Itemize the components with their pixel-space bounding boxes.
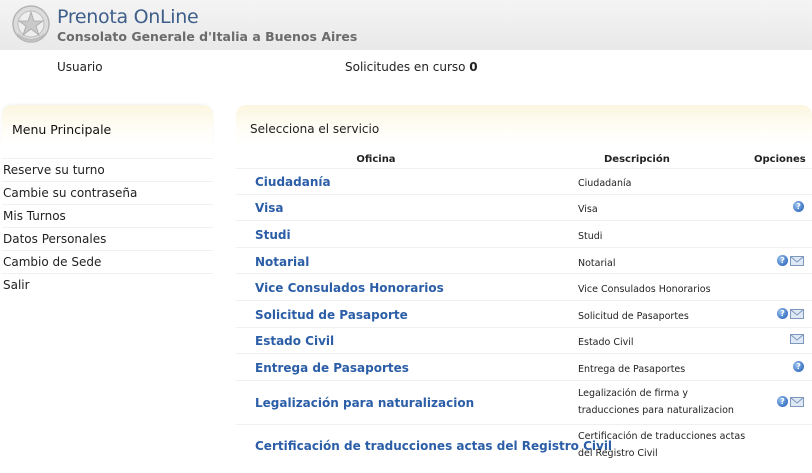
row-options: ? <box>777 308 804 319</box>
office-link[interactable]: Legalización para naturalizacion <box>255 396 474 410</box>
description-cell: Solicitud de Pasaportes <box>578 311 689 322</box>
app-subtitle: Consolato Generale d'Italia a Buenos Air… <box>57 29 358 44</box>
row-options: ? <box>793 201 804 212</box>
row-options: ? <box>777 255 804 266</box>
row-options: ? <box>777 396 804 407</box>
sidebar-header: Menu Principale <box>2 105 213 145</box>
menu-item-reserve[interactable]: Reserve su turno <box>2 158 213 181</box>
description-cell: Legalización de firma y traducciones par… <box>578 388 734 416</box>
menu-item-logout[interactable]: Salir <box>2 273 213 296</box>
description-cell: Studi <box>578 231 603 242</box>
italian-emblem-icon <box>12 5 50 43</box>
main-menu: Reserve su turno Cambie su contraseña Mi… <box>2 158 213 296</box>
row-options <box>790 334 804 344</box>
office-link[interactable]: Entrega de Pasaportes <box>255 361 409 375</box>
description-cell: Certificación de traducciones actas del … <box>578 431 746 459</box>
menu-item-my-appointments[interactable]: Mis Turnos <box>2 204 213 227</box>
user-bar: Usuario Solicitudes en curso 0 <box>0 56 812 80</box>
question-icon[interactable]: ? <box>777 255 788 266</box>
question-icon[interactable]: ? <box>793 361 804 372</box>
table-row: Vice Consulados Honorarios Vice Consulad… <box>236 273 812 301</box>
row-options: ? <box>793 361 804 372</box>
requests-label: Solicitudes en curso <box>345 60 466 74</box>
table-row: Studi Studi <box>236 220 812 248</box>
sidebar-title: Menu Principale <box>12 122 112 137</box>
column-header-description: Descripción <box>604 154 670 165</box>
office-link[interactable]: Estado Civil <box>255 334 334 348</box>
office-link[interactable]: Notarial <box>255 255 309 269</box>
menu-item-change-password[interactable]: Cambie su contraseña <box>2 181 213 204</box>
table-row: Entrega de Pasaportes Entrega de Pasapor… <box>236 353 812 381</box>
office-link[interactable]: Studi <box>255 228 291 242</box>
user-label: Usuario <box>57 60 103 74</box>
description-cell: Notarial <box>578 258 616 269</box>
table-row: Ciudadanía Ciudadanía <box>236 168 812 195</box>
description-cell: Ciudadanía <box>578 178 632 189</box>
requests-status: Solicitudes en curso 0 <box>345 60 478 74</box>
description-cell: Vice Consulados Honorarios <box>578 284 711 295</box>
office-link[interactable]: Ciudadanía <box>255 175 331 189</box>
question-icon[interactable]: ? <box>793 201 804 212</box>
question-icon[interactable]: ? <box>777 396 788 407</box>
question-icon[interactable]: ? <box>777 308 788 319</box>
table-row: Visa Visa ? <box>236 194 812 221</box>
services-title: Selecciona el servicio <box>250 122 380 136</box>
column-header-office: Oficina <box>356 154 396 165</box>
requests-count: 0 <box>469 60 478 74</box>
table-row: Certificación de traducciones actas del … <box>236 424 812 469</box>
envelope-icon[interactable] <box>790 334 804 344</box>
office-link[interactable]: Vice Consulados Honorarios <box>255 281 444 295</box>
table-row: Notarial Notarial ? <box>236 247 812 274</box>
description-cell: Entrega de Pasaportes <box>578 364 686 375</box>
menu-item-personal-data[interactable]: Datos Personales <box>2 227 213 250</box>
services-header: Selecciona el servicio <box>236 105 812 145</box>
page: Prenota OnLine Consolato Generale d'Ital… <box>0 0 812 473</box>
header: Prenota OnLine Consolato Generale d'Ital… <box>0 0 812 50</box>
table-row: Legalización para naturalizacion Legaliz… <box>236 380 812 425</box>
office-link[interactable]: Solicitud de Pasaporte <box>255 308 408 322</box>
app-title: Prenota OnLine <box>57 6 199 28</box>
envelope-icon[interactable] <box>790 308 804 319</box>
office-link[interactable]: Visa <box>255 201 283 215</box>
menu-item-change-office[interactable]: Cambio de Sede <box>2 250 213 273</box>
table-row: Estado Civil Estado Civil <box>236 327 812 354</box>
column-header-options: Opciones <box>754 154 806 165</box>
envelope-icon[interactable] <box>790 255 804 266</box>
office-link[interactable]: Certificación de traducciones actas del … <box>255 439 612 453</box>
table-row: Solicitud de Pasaporte Solicitud de Pasa… <box>236 300 812 328</box>
envelope-icon[interactable] <box>790 396 804 407</box>
description-cell: Estado Civil <box>578 337 634 348</box>
description-cell: Visa <box>578 204 598 215</box>
